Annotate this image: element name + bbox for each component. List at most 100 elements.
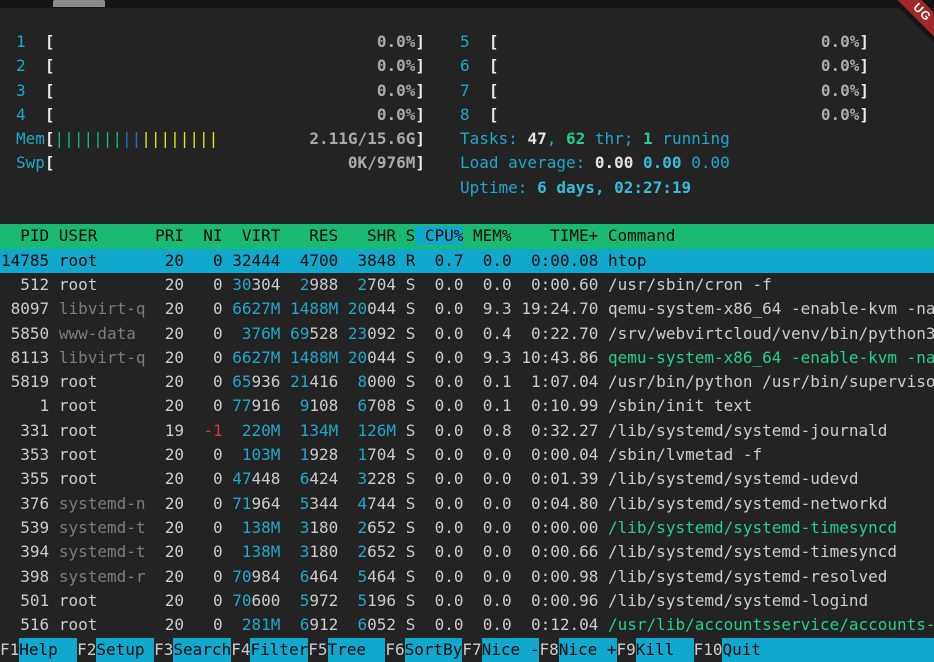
process-row-353[interactable]: 353 root 20 0 103M 1928 1704 S 0.0 0.0 0… (0, 443, 934, 467)
process-row-5819[interactable]: 5819 root 20 0 65936 21416 8000 S 0.0 0.… (0, 370, 934, 394)
cell: 5 (348, 567, 367, 586)
process-row-8113[interactable]: 8113 libvirt-q 20 0 6627M 1488M 20044 S … (0, 346, 934, 370)
cell: systemd-t (59, 542, 146, 561)
process-row-394[interactable]: 394 systemd-t 20 0 138M 3180 2652 S 0.0 … (0, 540, 934, 564)
cell: 0 (194, 445, 223, 464)
process-row-398[interactable]: 398 systemd-r 20 0 70984 6464 5464 S 0.0… (0, 565, 934, 589)
cell: 512 (1, 275, 49, 294)
fkey-f2[interactable]: F2Setup (77, 638, 154, 662)
cell: 71 (232, 494, 251, 513)
cell (280, 324, 290, 343)
column-header-user[interactable]: USER (59, 226, 155, 245)
column-header-s[interactable]: S (396, 226, 415, 245)
cell (184, 324, 194, 343)
column-header-command[interactable]: Command (598, 226, 675, 245)
cell: 0.0 (473, 494, 512, 513)
cell: 444 (252, 251, 281, 270)
cell: S (406, 494, 416, 513)
cell: 044 (367, 299, 396, 318)
process-row-355[interactable]: 355 root 20 0 47448 6424 3228 S 0.0 0.0 … (0, 467, 934, 491)
cpu-meter-5-label: 5 (460, 30, 489, 54)
cell: 344 (309, 494, 338, 513)
meter-close-bracket: ] (859, 103, 869, 127)
tasks-summary-segment: Tasks: (460, 129, 527, 148)
cell (415, 324, 425, 343)
process-row-8097[interactable]: 8097 libvirt-q 20 0 6627M 1488M 20044 S … (0, 297, 934, 321)
cell (598, 542, 608, 561)
cell: 6 (290, 469, 309, 488)
process-row-501[interactable]: 501 root 20 0 70600 5972 5196 S 0.0 0.0 … (0, 589, 934, 613)
process-row-376[interactable]: 376 systemd-n 20 0 71964 5344 4744 S 0.0… (0, 492, 934, 516)
cell (512, 445, 522, 464)
process-row-331[interactable]: 331 root 19 -1 220M 134M 126M S 0.0 0.8 … (0, 419, 934, 443)
process-row-1[interactable]: 1 root 20 0 77916 9108 6708 S 0.0 0.1 0:… (0, 394, 934, 418)
fkey-f4[interactable]: F4Filter (231, 638, 308, 662)
column-header-ni[interactable]: NI (194, 226, 233, 245)
cell (146, 542, 156, 561)
f2-key-label: F2 (77, 638, 96, 662)
fkey-f5[interactable]: F5Tree (308, 638, 385, 662)
process-row-14785[interactable]: 14785 root 20 0 32444 4700 3848 R 0.7 0.… (0, 249, 934, 273)
fkey-f6[interactable]: F6SortBy (385, 638, 462, 662)
process-row-5850[interactable]: 5850 www-data 20 0 376M 69528 23092 S 0.… (0, 322, 934, 346)
process-table-header[interactable]: PID USER PRI NI VIRT RES SHR S CPU% MEM%… (0, 224, 934, 248)
cell: 220M (232, 421, 280, 440)
cell (184, 348, 194, 367)
cell: 5819 (1, 372, 49, 391)
cell (415, 542, 425, 561)
column-header-res[interactable]: RES (290, 226, 348, 245)
fkey-f10[interactable]: F10Quit (694, 638, 934, 662)
cell: 180 (309, 542, 338, 561)
cell (49, 494, 59, 513)
cell (464, 615, 474, 634)
cell (396, 275, 406, 294)
cell: 0:10.99 (521, 396, 598, 415)
cell (338, 421, 348, 440)
cell: 9.3 (473, 299, 512, 318)
cpu-meter-8-label: 8 (460, 103, 489, 127)
tasks-summary-segment: 1 (643, 129, 653, 148)
fkey-f3[interactable]: F3Search (154, 638, 231, 662)
cell: 5 (290, 494, 309, 513)
column-header-pri[interactable]: PRI (155, 226, 194, 245)
cell: root (59, 615, 146, 634)
cell: 20 (155, 445, 184, 464)
meter-close-bracket: ] (859, 54, 869, 78)
cell (280, 469, 290, 488)
cell (598, 494, 608, 513)
column-header-pid[interactable]: PID (1, 226, 59, 245)
fkey-f1[interactable]: F1Help (0, 638, 77, 662)
cell (223, 299, 233, 318)
mem-meter: Mem[|||||||||||||||||2.11G/15.6G] (16, 127, 425, 151)
cell (396, 469, 406, 488)
cell (396, 518, 406, 537)
process-row-512[interactable]: 512 root 20 0 30304 2988 2704 S 0.0 0.0 … (0, 273, 934, 297)
cell: /lib/systemd/systemd-udevd (608, 469, 858, 488)
process-row-539[interactable]: 539 systemd-t 20 0 138M 3180 2652 S 0.0 … (0, 516, 934, 540)
cell: 2 (348, 518, 367, 537)
cell: 0.0 (425, 591, 464, 610)
cell (396, 615, 406, 634)
cell (464, 518, 474, 537)
fkey-f8[interactable]: F8Nice + (539, 638, 616, 662)
cell: 0:00.96 (521, 591, 598, 610)
cell (396, 299, 406, 318)
process-row-516[interactable]: 516 root 20 0 281M 6912 6052 S 0.0 0.0 0… (0, 613, 934, 637)
cell: 5 (348, 591, 367, 610)
fkey-f7[interactable]: F7Nice - (462, 638, 539, 662)
column-header-mem[interactable]: MEM% (463, 226, 511, 245)
cell: 23 (348, 324, 367, 343)
cell (146, 348, 156, 367)
cell: systemd-r (59, 567, 146, 586)
cell: root (59, 469, 146, 488)
column-header-time[interactable]: TIME+ (512, 226, 599, 245)
column-header-shr[interactable]: SHR (348, 226, 396, 245)
cell: 20 (155, 567, 184, 586)
column-header-cpu-sorted[interactable]: CPU% (415, 226, 463, 245)
fkey-f9[interactable]: F9Kill (617, 638, 694, 662)
cpu-meter-4: 4 [0.0%] (16, 103, 425, 127)
terminal[interactable]: 1 [0.0%]5 [0.0%]2 [0.0%]6 [0.0%]3 [0.0%]… (0, 8, 934, 662)
column-header-virt[interactable]: VIRT (232, 226, 290, 245)
cell: 0.0 (425, 567, 464, 586)
cell: 20 (155, 275, 184, 294)
